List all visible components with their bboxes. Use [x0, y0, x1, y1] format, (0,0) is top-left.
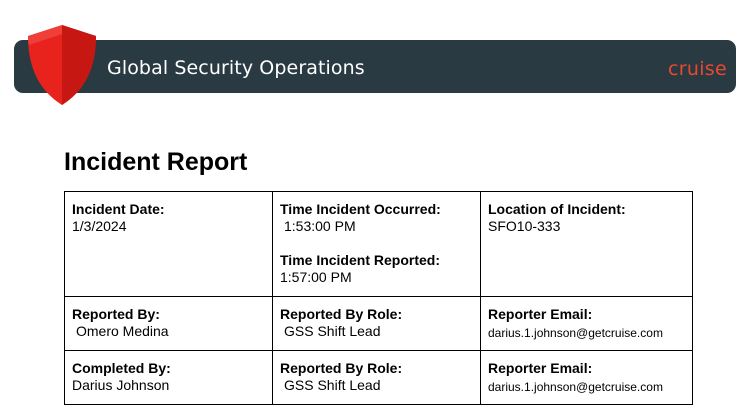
time-reported-value: 1:57:00 PM: [280, 269, 352, 285]
table-row: Reported By: Omero Medina Reported By Ro…: [64, 296, 693, 351]
time-occurred-value: 1:53:00 PM: [284, 218, 356, 234]
reported-by-value: Omero Medina: [76, 323, 169, 339]
time-reported-label: Time Incident Reported:: [280, 252, 440, 268]
reported-by-label: Reported By:: [72, 306, 160, 322]
completed-email-cell: Reporter Email: darius.1.johnson@getcrui…: [480, 350, 693, 405]
completed-by-value: Darius Johnson: [72, 377, 170, 393]
location-label: Location of Incident:: [488, 201, 626, 217]
completed-role-cell: Reported By Role: GSS Shift Lead: [272, 350, 481, 405]
incident-date-cell: Incident Date: 1/3/2024: [64, 191, 273, 297]
completed-email-label: Reporter Email:: [488, 360, 593, 376]
brand-logo: cruise: [668, 58, 727, 80]
time-occurred-label: Time Incident Occurred:: [280, 201, 441, 217]
reporter-email-cell: Reporter Email: darius.1.johnson@getcrui…: [480, 296, 693, 351]
completed-by-label: Completed By:: [72, 360, 171, 376]
page-title: Incident Report: [64, 148, 248, 176]
completed-by-cell: Completed By: Darius Johnson: [64, 350, 273, 405]
reporter-email-label: Reporter Email:: [488, 306, 593, 322]
table-row: Completed By: Darius Johnson Reported By…: [64, 350, 693, 405]
completed-email-value: darius.1.johnson@getcruise.com: [488, 380, 663, 394]
location-cell: Location of Incident: SFO10-333: [480, 191, 693, 297]
banner-title: Global Security Operations: [107, 57, 365, 79]
incident-date-label: Incident Date:: [72, 201, 165, 217]
reported-by-cell: Reported By: Omero Medina: [64, 296, 273, 351]
incident-date-value: 1/3/2024: [72, 218, 127, 234]
reported-role-label: Reported By Role:: [280, 306, 403, 322]
table-row: Incident Date: 1/3/2024 Time Incident Oc…: [64, 191, 693, 297]
completed-role-label: Reported By Role:: [280, 360, 403, 376]
incident-times-cell: Time Incident Occurred: 1:53:00 PM Time …: [272, 191, 481, 297]
reported-role-value: GSS Shift Lead: [284, 323, 381, 339]
reporter-email-value: darius.1.johnson@getcruise.com: [488, 326, 663, 340]
shield-logo-icon: [28, 25, 96, 105]
incident-table: Incident Date: 1/3/2024 Time Incident Oc…: [64, 191, 693, 405]
location-value: SFO10-333: [488, 218, 561, 234]
completed-role-value: GSS Shift Lead: [284, 377, 381, 393]
reported-role-cell: Reported By Role: GSS Shift Lead: [272, 296, 481, 351]
